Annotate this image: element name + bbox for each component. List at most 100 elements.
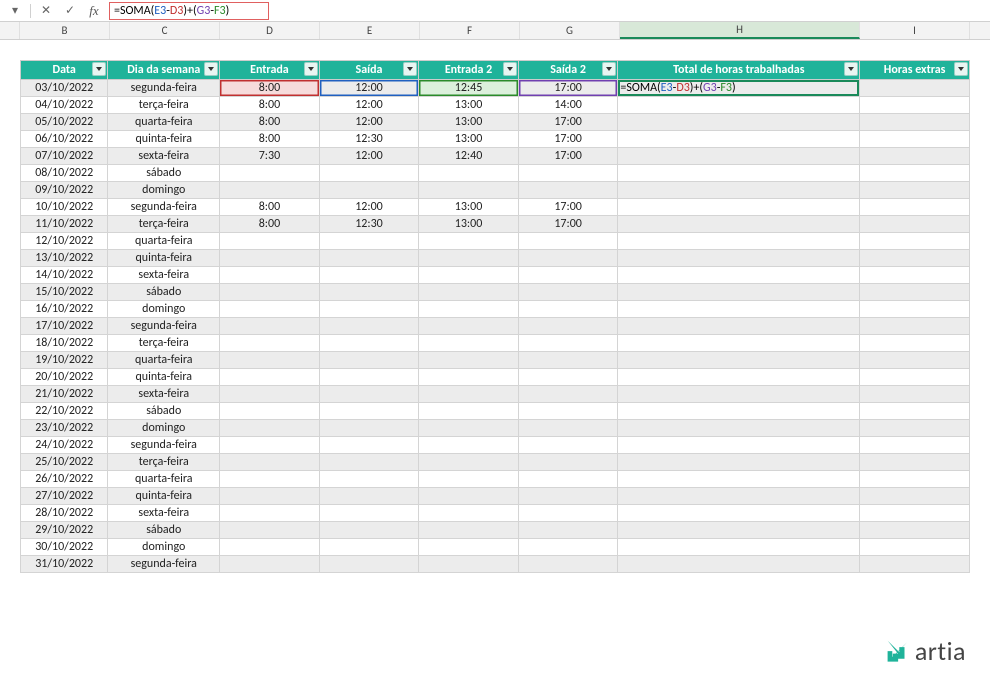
column-header-F[interactable]: F [420, 22, 520, 39]
cell[interactable] [220, 284, 320, 301]
cell[interactable]: segunda-feira [108, 80, 220, 97]
cell[interactable]: 17:00 [518, 199, 618, 216]
cell[interactable]: 17:00 [518, 148, 618, 165]
cell[interactable] [860, 488, 970, 505]
cell[interactable]: 13/10/2022 [21, 250, 108, 267]
cell[interactable] [419, 318, 519, 335]
cell[interactable]: 17:00 [518, 131, 618, 148]
cell[interactable]: 8:00 [220, 216, 320, 233]
cell[interactable] [220, 386, 320, 403]
cell[interactable]: domingo [108, 182, 220, 199]
fx-icon[interactable]: fx [85, 2, 103, 20]
cell[interactable]: 12:00 [319, 80, 419, 97]
cell[interactable]: 13:00 [419, 114, 519, 131]
cell[interactable] [220, 369, 320, 386]
column-header-C[interactable]: C [110, 22, 220, 39]
cell[interactable]: domingo [108, 420, 220, 437]
cell[interactable]: 23/10/2022 [21, 420, 108, 437]
cell[interactable] [860, 522, 970, 539]
cell[interactable]: 7:30 [220, 148, 320, 165]
cell[interactable] [319, 454, 419, 471]
cell[interactable]: 29/10/2022 [21, 522, 108, 539]
confirm-icon[interactable]: ✓ [61, 2, 79, 20]
cell[interactable] [518, 182, 618, 199]
cell[interactable]: segunda-feira [108, 437, 220, 454]
cell[interactable] [860, 420, 970, 437]
cell[interactable] [419, 267, 519, 284]
cell[interactable] [618, 250, 860, 267]
cell[interactable] [518, 250, 618, 267]
cell[interactable] [618, 97, 860, 114]
cell[interactable] [319, 284, 419, 301]
cell[interactable]: 17/10/2022 [21, 318, 108, 335]
cell[interactable]: quarta-feira [108, 233, 220, 250]
cell[interactable] [860, 165, 970, 182]
cell[interactable] [618, 165, 860, 182]
cell[interactable] [220, 454, 320, 471]
cell[interactable] [860, 250, 970, 267]
cell[interactable] [319, 386, 419, 403]
cell[interactable] [618, 471, 860, 488]
filter-dropdown-icon[interactable] [403, 62, 417, 76]
cell[interactable] [220, 522, 320, 539]
cell[interactable] [618, 267, 860, 284]
cell[interactable] [319, 522, 419, 539]
cell[interactable] [618, 505, 860, 522]
cell[interactable]: domingo [108, 539, 220, 556]
cell[interactable] [860, 216, 970, 233]
cell[interactable]: 8:00 [220, 131, 320, 148]
cell[interactable]: 22/10/2022 [21, 403, 108, 420]
cell[interactable] [860, 114, 970, 131]
cell[interactable]: segunda-feira [108, 556, 220, 573]
cell[interactable]: 12:00 [319, 114, 419, 131]
cell[interactable] [518, 471, 618, 488]
cell[interactable]: quarta-feira [108, 114, 220, 131]
header-saída-2[interactable]: Saída 2 [518, 61, 618, 80]
column-header-G[interactable]: G [520, 22, 620, 39]
cell[interactable] [518, 233, 618, 250]
cell[interactable] [319, 488, 419, 505]
cell[interactable] [319, 556, 419, 573]
cell[interactable] [419, 522, 519, 539]
cell[interactable] [860, 471, 970, 488]
cell[interactable] [618, 420, 860, 437]
header-saída[interactable]: Saída [319, 61, 419, 80]
cell[interactable]: 05/10/2022 [21, 114, 108, 131]
cell[interactable] [860, 454, 970, 471]
cell[interactable]: 03/10/2022 [21, 80, 108, 97]
filter-dropdown-icon[interactable] [503, 62, 517, 76]
cell[interactable] [518, 267, 618, 284]
cell[interactable] [860, 505, 970, 522]
column-header-D[interactable]: D [220, 22, 320, 39]
cell[interactable]: quarta-feira [108, 352, 220, 369]
cell[interactable] [319, 437, 419, 454]
cell[interactable] [618, 556, 860, 573]
cell[interactable] [518, 488, 618, 505]
cell[interactable]: sábado [108, 284, 220, 301]
cell[interactable] [860, 403, 970, 420]
cell[interactable] [618, 131, 860, 148]
cell[interactable] [518, 386, 618, 403]
cell[interactable]: terça-feira [108, 97, 220, 114]
cell[interactable] [419, 488, 519, 505]
cell[interactable]: 25/10/2022 [21, 454, 108, 471]
cell[interactable] [618, 114, 860, 131]
cell[interactable]: 12:00 [319, 148, 419, 165]
cell[interactable]: 09/10/2022 [21, 182, 108, 199]
cell[interactable] [860, 437, 970, 454]
cell[interactable]: 19/10/2022 [21, 352, 108, 369]
cell[interactable] [618, 182, 860, 199]
cell[interactable] [419, 182, 519, 199]
cell[interactable] [419, 386, 519, 403]
cell[interactable] [419, 250, 519, 267]
cell[interactable] [319, 420, 419, 437]
cell[interactable] [618, 386, 860, 403]
cell[interactable]: 13:00 [419, 131, 519, 148]
cell[interactable] [860, 301, 970, 318]
cell[interactable] [860, 318, 970, 335]
cell[interactable] [518, 352, 618, 369]
cell[interactable] [618, 233, 860, 250]
cell[interactable] [319, 369, 419, 386]
name-box-dropdown-icon[interactable]: ▾ [6, 2, 24, 20]
column-header-I[interactable]: I [860, 22, 970, 39]
